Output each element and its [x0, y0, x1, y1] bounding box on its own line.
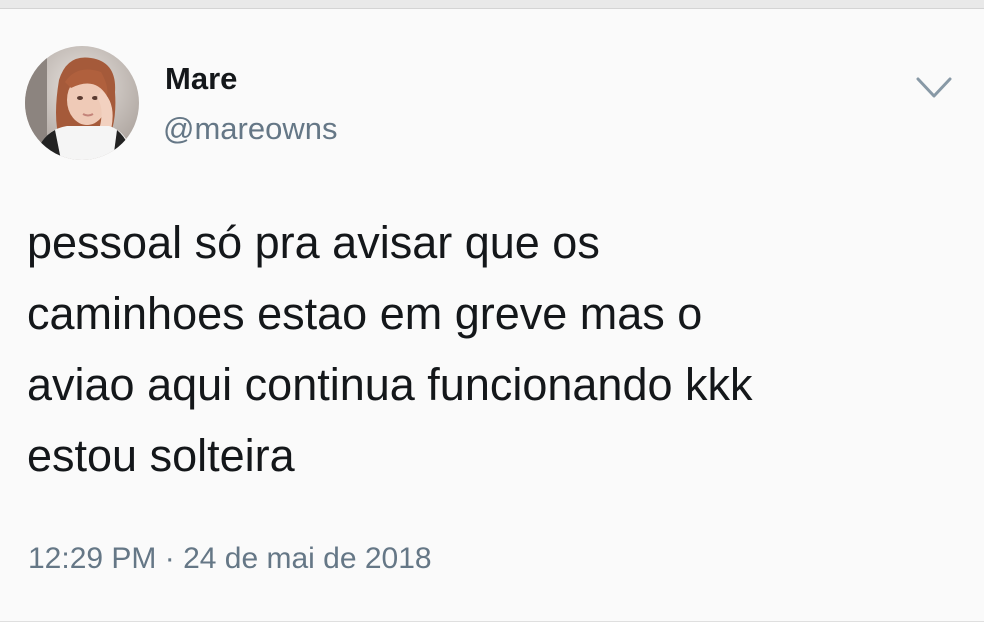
- author-handle[interactable]: @mareowns: [163, 110, 337, 148]
- tweet-text-line: caminhoes estao em greve mas o: [27, 288, 703, 339]
- tweet-menu-button[interactable]: [912, 70, 956, 104]
- author-avatar[interactable]: [25, 46, 139, 160]
- bottom-divider: [0, 621, 984, 629]
- avatar-photo-icon: [25, 46, 139, 160]
- tweet-text-line: pessoal só pra avisar que os: [27, 217, 600, 268]
- chevron-down-icon: [916, 77, 952, 98]
- tweet-text: pessoal só pra avisar que os caminhoes e…: [27, 207, 967, 491]
- tweet-text-line: aviao aqui continua funcionando kkk: [27, 359, 753, 410]
- author-display-name[interactable]: Mare: [165, 60, 237, 98]
- tweet-timestamp[interactable]: 12:29 PM · 24 de mai de 2018: [28, 539, 432, 579]
- top-divider: [0, 0, 984, 9]
- tweet-text-line: estou solteira: [27, 430, 295, 481]
